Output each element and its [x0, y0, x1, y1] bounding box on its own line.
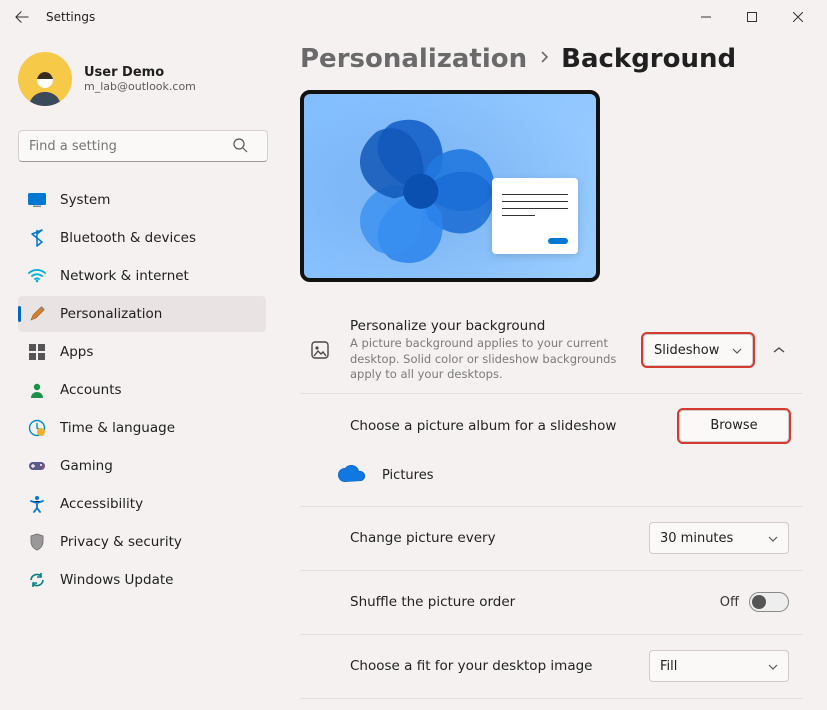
- dropdown-value: 30 minutes: [660, 531, 733, 546]
- shield-icon: [28, 533, 46, 551]
- preview-window: [492, 178, 578, 254]
- setting-shuffle: Shuffle the picture order Off: [300, 571, 803, 635]
- back-button[interactable]: [6, 1, 38, 33]
- gamepad-icon: [28, 457, 46, 475]
- setting-stickers: Choose stickers for your wallpaper To ad…: [300, 699, 803, 710]
- minimize-icon: [701, 12, 711, 22]
- paintbrush-icon: [28, 305, 46, 323]
- dropdown-value: Slideshow: [654, 343, 719, 358]
- avatar: [18, 52, 72, 106]
- interval-dropdown[interactable]: 30 minutes: [649, 522, 789, 554]
- main-content: Personalization Background: [276, 34, 827, 710]
- search-box: [18, 130, 266, 162]
- browse-button[interactable]: Browse: [679, 410, 789, 442]
- setting-fit: Choose a fit for your desktop image Fill: [300, 635, 803, 699]
- nav-label: Apps: [60, 344, 93, 360]
- nav-label: Gaming: [60, 458, 113, 474]
- setting-desc: A picture background applies to your cur…: [350, 336, 627, 383]
- nav-label: Privacy & security: [60, 534, 182, 550]
- nav-label: Windows Update: [60, 572, 173, 588]
- picture-icon: [306, 340, 334, 360]
- nav-item-apps[interactable]: Apps: [18, 334, 266, 370]
- bluetooth-icon: [28, 229, 46, 247]
- maximize-button[interactable]: [729, 1, 775, 33]
- nav-label: System: [60, 192, 110, 208]
- nav-item-gaming[interactable]: Gaming: [18, 448, 266, 484]
- accessibility-icon: [28, 495, 46, 513]
- close-icon: [793, 12, 803, 22]
- breadcrumb-current: Background: [561, 44, 736, 74]
- shuffle-toggle-group: Off: [720, 592, 789, 612]
- nav-item-windows-update[interactable]: Windows Update: [18, 562, 266, 598]
- nav-item-personalization[interactable]: Personalization: [18, 296, 266, 332]
- nav-item-bluetooth[interactable]: Bluetooth & devices: [18, 220, 266, 256]
- shuffle-toggle[interactable]: [749, 592, 789, 612]
- fit-dropdown[interactable]: Fill: [649, 650, 789, 682]
- chevron-down-icon: [768, 659, 778, 674]
- system-icon: [28, 191, 46, 209]
- dropdown-value: Fill: [660, 659, 677, 674]
- sidebar: User Demo m_lab@outlook.com System Bluet…: [0, 34, 276, 710]
- nav-item-time-language[interactable]: Time & language: [18, 410, 266, 446]
- chevron-right-icon: [539, 50, 549, 68]
- setting-title: Choose a picture album for a slideshow: [350, 418, 663, 434]
- search-input[interactable]: [18, 130, 268, 162]
- nav-item-accounts[interactable]: Accounts: [18, 372, 266, 408]
- update-icon: [28, 571, 46, 589]
- chevron-up-icon: [773, 346, 785, 354]
- setting-title: Shuffle the picture order: [350, 594, 704, 610]
- onedrive-icon: [336, 464, 366, 488]
- album-folder-name: Pictures: [382, 468, 433, 483]
- nav-item-accessibility[interactable]: Accessibility: [18, 486, 266, 522]
- nav-label: Network & internet: [60, 268, 189, 284]
- setting-personalize-background: Personalize your background A picture ba…: [300, 308, 803, 394]
- wifi-icon: [28, 267, 46, 285]
- desktop-preview: [300, 90, 600, 282]
- window-title: Settings: [46, 10, 95, 24]
- globe-clock-icon: [28, 419, 46, 437]
- setting-title: Personalize your background: [350, 318, 627, 334]
- setting-title: Change picture every: [350, 530, 633, 546]
- toggle-state-label: Off: [720, 595, 739, 610]
- album-folder-row[interactable]: Pictures: [300, 458, 803, 507]
- profile-block[interactable]: User Demo m_lab@outlook.com: [18, 52, 266, 106]
- nav-item-system[interactable]: System: [18, 182, 266, 218]
- nav-label: Accounts: [60, 382, 122, 398]
- background-type-dropdown[interactable]: Slideshow: [643, 334, 753, 366]
- apps-icon: [28, 343, 46, 361]
- nav-label: Personalization: [60, 306, 162, 322]
- collapse-section-button[interactable]: [769, 340, 789, 360]
- title-bar: Settings: [0, 0, 827, 34]
- close-button[interactable]: [775, 1, 821, 33]
- nav-item-network[interactable]: Network & internet: [18, 258, 266, 294]
- user-name: User Demo: [84, 65, 196, 80]
- chevron-down-icon: [732, 343, 742, 358]
- setting-interval: Change picture every 30 minutes: [300, 507, 803, 571]
- maximize-icon: [747, 12, 757, 22]
- minimize-button[interactable]: [683, 1, 729, 33]
- breadcrumb-parent[interactable]: Personalization: [300, 44, 527, 74]
- nav-label: Accessibility: [60, 496, 143, 512]
- setting-title: Choose a fit for your desktop image: [350, 658, 633, 674]
- nav-item-privacy[interactable]: Privacy & security: [18, 524, 266, 560]
- breadcrumb: Personalization Background: [300, 44, 803, 74]
- nav-label: Bluetooth & devices: [60, 230, 196, 246]
- person-icon: [28, 381, 46, 399]
- nav-label: Time & language: [60, 420, 175, 436]
- user-email: m_lab@outlook.com: [84, 80, 196, 93]
- arrow-left-icon: [15, 10, 29, 24]
- nav-list: System Bluetooth & devices Network & int…: [18, 182, 266, 598]
- setting-album: Choose a picture album for a slideshow B…: [300, 394, 803, 458]
- chevron-down-icon: [768, 531, 778, 546]
